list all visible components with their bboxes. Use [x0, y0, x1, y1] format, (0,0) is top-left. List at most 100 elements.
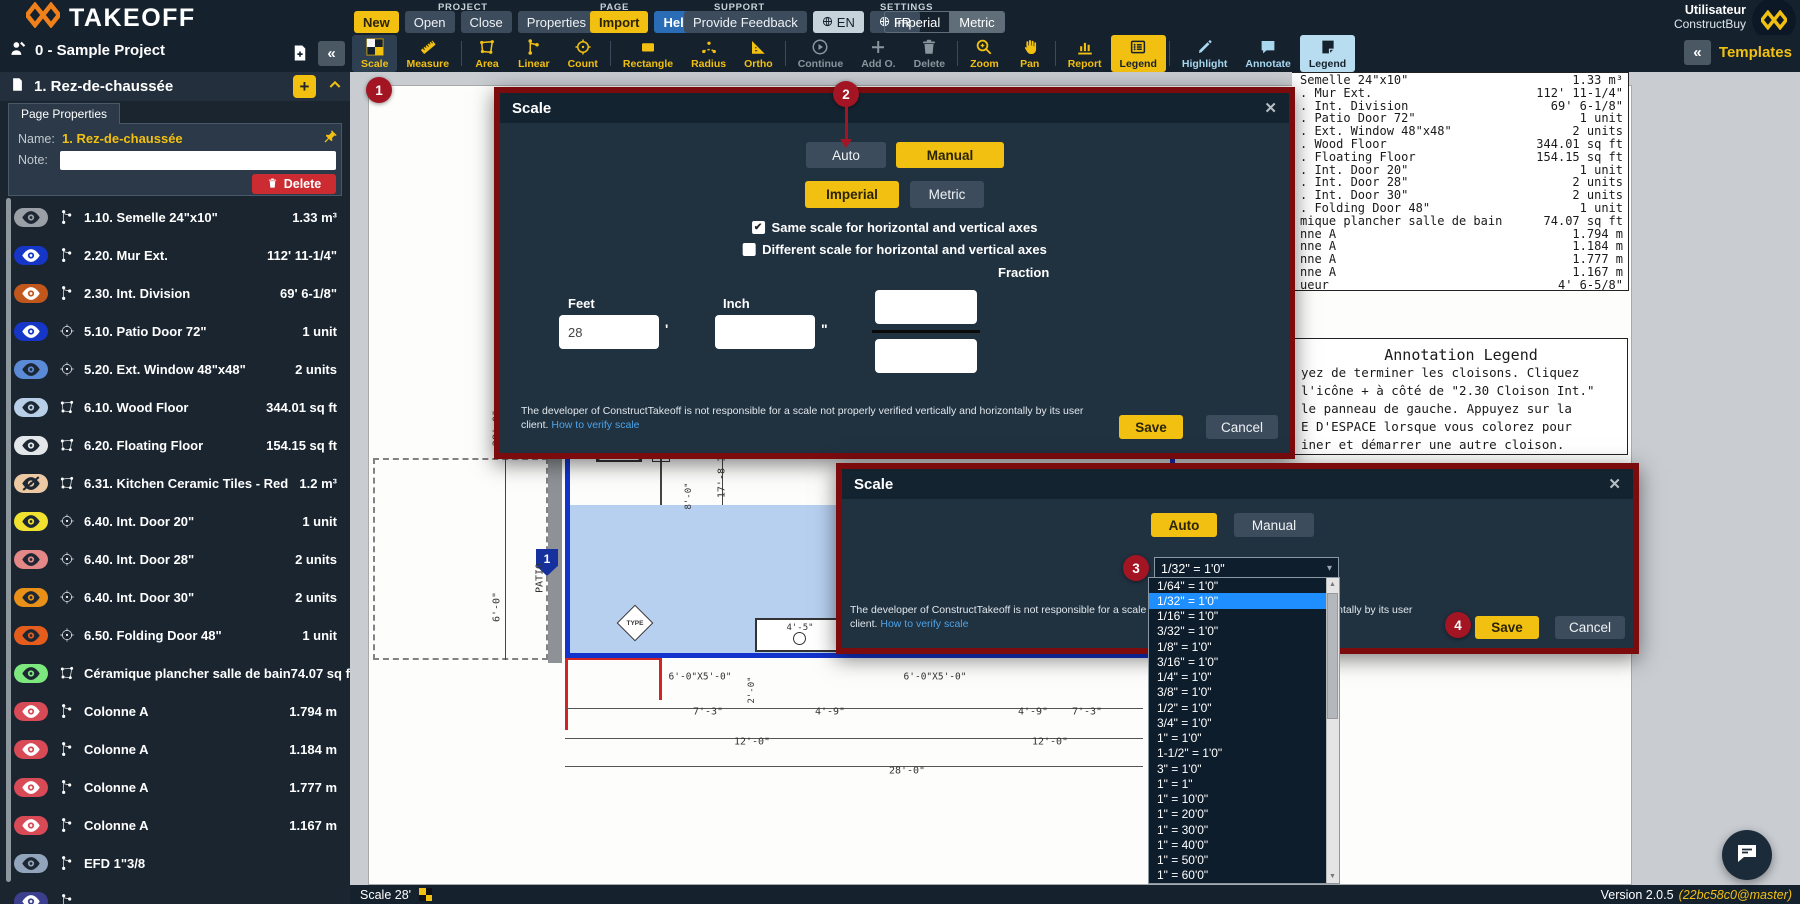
imperial-button[interactable]: Imperial	[885, 12, 949, 32]
scroll-up-icon[interactable]: ▲	[1326, 578, 1339, 591]
chevron-up-icon[interactable]	[327, 77, 343, 98]
fraction-denominator-input[interactable]	[875, 339, 977, 373]
visibility-eye-icon[interactable]	[14, 284, 48, 303]
tool-highlight[interactable]: Highlight	[1173, 35, 1237, 72]
visibility-eye-icon[interactable]	[14, 208, 48, 227]
tool-legend[interactable]: Legend	[1300, 35, 1355, 72]
tool-report[interactable]: Report	[1059, 35, 1111, 72]
tool-pan[interactable]: Pan	[1008, 35, 1052, 72]
scale-option[interactable]: 1" = 10'0"	[1149, 792, 1326, 807]
scale-option[interactable]: 1" = 30'0"	[1149, 822, 1326, 837]
tool-legend[interactable]: Legend	[1111, 35, 1166, 72]
chat-button[interactable]	[1722, 830, 1772, 880]
takeoff-item-row[interactable]: 2.20. Mur Ext.112' 11-1/4"	[0, 236, 350, 274]
visibility-eye-icon[interactable]	[14, 360, 48, 379]
visibility-eye-icon[interactable]	[14, 436, 48, 455]
save-button[interactable]: Save	[1119, 415, 1183, 439]
inch-input[interactable]	[715, 315, 815, 349]
scale-option[interactable]: 1/64" = 1'0"	[1149, 578, 1326, 593]
takeoff-item-row[interactable]: 6.40. Int. Door 30"2 units	[0, 578, 350, 616]
visibility-eye-icon[interactable]	[14, 246, 48, 265]
tool-count[interactable]: Count	[559, 35, 607, 72]
scale-option[interactable]: 1/32" = 1'0"	[1149, 593, 1326, 608]
visibility-eye-icon[interactable]	[14, 892, 48, 904]
visibility-eye-icon[interactable]	[14, 664, 48, 683]
visibility-eye-icon[interactable]	[14, 550, 48, 569]
tool-delete[interactable]: Delete	[905, 35, 955, 72]
same-scale-checkbox-row[interactable]: ✔Same scale for horizontal and vertical …	[752, 220, 1038, 235]
close-icon[interactable]: ✕	[1608, 475, 1621, 493]
scale-option[interactable]: 1/8" = 1'0"	[1149, 639, 1326, 654]
scale-option[interactable]: 1/2" = 1'0"	[1149, 700, 1326, 715]
scale-option[interactable]: 1" = 1"	[1149, 776, 1326, 791]
fraction-numerator-input[interactable]	[875, 290, 977, 324]
tool-annotate[interactable]: Annotate	[1236, 35, 1300, 72]
scale-option[interactable]: 1" = 1'0"	[1149, 731, 1326, 746]
visibility-eye-icon[interactable]	[14, 588, 48, 607]
add-page-button[interactable]	[286, 40, 313, 65]
scale-option[interactable]: 3/8" = 1'0"	[1149, 685, 1326, 700]
scale-option[interactable]: 1" = 20'0"	[1149, 807, 1326, 822]
sidebar-scrollbar[interactable]	[6, 198, 11, 882]
checkbox-checked-icon[interactable]: ✔	[752, 221, 765, 234]
new-button[interactable]: New	[354, 11, 399, 33]
visibility-eye-icon[interactable]	[14, 854, 48, 873]
cancel-button[interactable]: Cancel	[1555, 616, 1625, 639]
scale-option[interactable]: 3/16" = 1'0"	[1149, 654, 1326, 669]
takeoff-item-row[interactable]: 5.20. Ext. Window 48"x48"2 units	[0, 350, 350, 388]
add-item-button[interactable]: +	[293, 75, 316, 98]
visibility-eye-icon[interactable]	[14, 474, 48, 493]
scroll-down-icon[interactable]: ▼	[1326, 870, 1339, 883]
scrollbar-thumb[interactable]	[1327, 593, 1338, 719]
delete-page-button[interactable]: Delete	[252, 174, 336, 194]
takeoff-item-row[interactable]: 2.30. Int. Division69' 6-1/8"	[0, 274, 350, 312]
visibility-eye-icon[interactable]	[14, 740, 48, 759]
properties-button[interactable]: Properties	[518, 11, 595, 33]
visibility-eye-icon[interactable]	[14, 816, 48, 835]
different-scale-checkbox-row[interactable]: Different scale for horizontal and verti…	[742, 242, 1047, 257]
feet-input[interactable]	[559, 315, 659, 349]
collapse-templates-button[interactable]: «	[1684, 40, 1711, 65]
scale-option[interactable]: 3/32" = 1'0"	[1149, 624, 1326, 639]
scale-option[interactable]: 3" = 1'0"	[1149, 761, 1326, 776]
close-icon[interactable]: ✕	[1264, 99, 1277, 117]
tool-area[interactable]: Area	[465, 35, 509, 72]
tool-radius[interactable]: Radius	[682, 35, 735, 72]
takeoff-item-row[interactable]	[0, 882, 350, 904]
takeoff-item-row[interactable]: 6.40. Int. Door 28"2 units	[0, 540, 350, 578]
takeoff-item-row[interactable]: Céramique plancher salle de bain74.07 sq…	[0, 654, 350, 692]
templates-label[interactable]: Templates	[1719, 44, 1792, 61]
scale-option[interactable]: 1" = 40'0"	[1149, 837, 1326, 852]
imperial-button[interactable]: Imperial	[805, 181, 899, 208]
visibility-eye-icon[interactable]	[14, 512, 48, 531]
tool-zoom[interactable]: Zoom	[961, 35, 1008, 72]
dropdown-scrollbar[interactable]: ▲ ▼	[1326, 578, 1339, 883]
metric-button[interactable]: Metric	[949, 12, 1003, 32]
takeoff-item-row[interactable]: 6.50. Folding Door 48"1 unit	[0, 616, 350, 654]
note-input[interactable]	[60, 151, 336, 170]
cancel-button[interactable]: Cancel	[1206, 415, 1278, 439]
takeoff-item-row[interactable]: Colonne A1.794 m	[0, 692, 350, 730]
tool-ortho[interactable]: Ortho	[735, 35, 782, 72]
takeoff-item-row[interactable]: 5.10. Patio Door 72"1 unit	[0, 312, 350, 350]
save-button[interactable]: Save	[1475, 616, 1539, 639]
visibility-eye-icon[interactable]	[14, 702, 48, 721]
takeoff-item-row[interactable]: 6.40. Int. Door 20"1 unit	[0, 502, 350, 540]
dialog-title-bar[interactable]: Scale✕	[500, 93, 1289, 123]
scale-option[interactable]: 3/4" = 1'0"	[1149, 715, 1326, 730]
tool-rectangle[interactable]: Rectangle	[614, 35, 682, 72]
tool-scale[interactable]: Scale	[352, 35, 397, 72]
takeoff-item-row[interactable]: 1.10. Semelle 24"x10"1.33 m³	[0, 198, 350, 236]
tool-continue[interactable]: Continue	[789, 35, 853, 72]
manual-button[interactable]: Manual	[1234, 513, 1314, 537]
metric-button[interactable]: Metric	[910, 181, 984, 208]
tool-measure[interactable]: Measure	[397, 35, 458, 72]
tab-page-properties[interactable]: Page Properties	[8, 103, 120, 124]
provide-feedback-button[interactable]: Provide Feedback	[684, 11, 807, 33]
takeoff-item-row[interactable]: 6.31. Kitchen Ceramic Tiles - Red1.2 m³	[0, 464, 350, 502]
verify-scale-link[interactable]: How to verify scale	[880, 618, 968, 630]
takeoff-item-row[interactable]: 6.10. Wood Floor344.01 sq ft	[0, 388, 350, 426]
scale-option[interactable]: 1-1/2" = 1'0"	[1149, 746, 1326, 761]
pin-icon[interactable]	[323, 129, 338, 149]
visibility-eye-icon[interactable]	[14, 398, 48, 417]
